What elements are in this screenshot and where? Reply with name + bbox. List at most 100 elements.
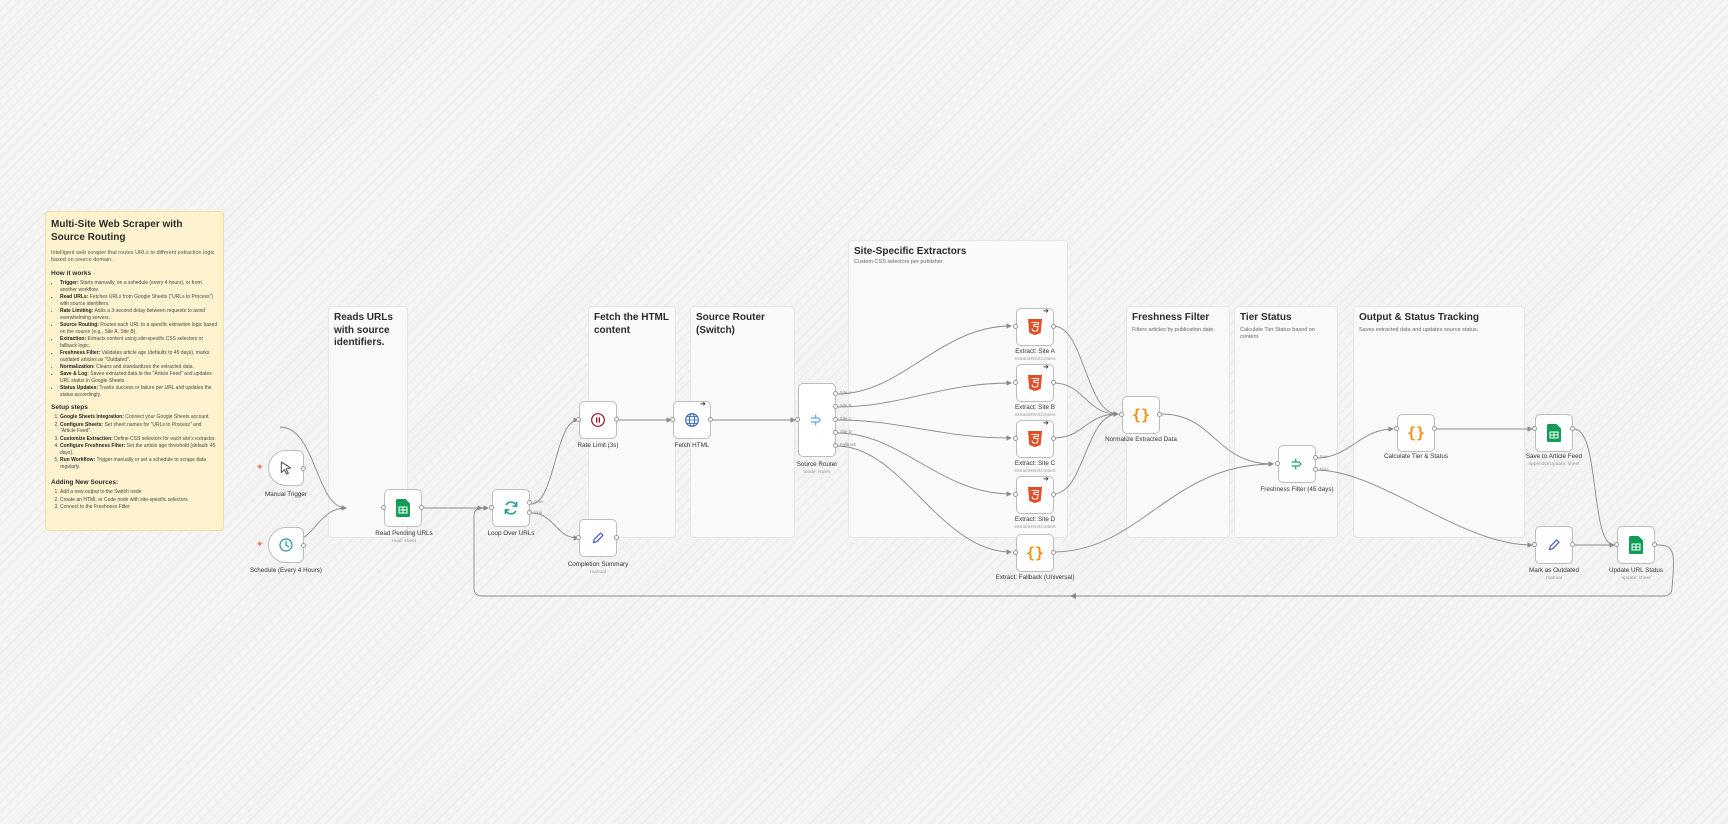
loop-icon bbox=[502, 499, 520, 517]
node-mark-outdated[interactable] bbox=[1535, 526, 1573, 564]
connections-layer bbox=[279, 323, 1674, 599]
port-fresh-false[interactable] bbox=[1313, 467, 1318, 472]
sub-extract-site-c: extractHtmlContent bbox=[1014, 469, 1056, 474]
google-sheets-icon bbox=[1629, 536, 1643, 554]
port-fetch-out[interactable] bbox=[708, 417, 713, 422]
port-outdated-out[interactable] bbox=[1570, 542, 1575, 547]
node-rate-limit[interactable] bbox=[579, 401, 617, 439]
port-tier-in[interactable] bbox=[1394, 426, 1399, 431]
node-calculate-tier[interactable]: {} bbox=[1397, 414, 1435, 452]
edge-router-f bbox=[836, 445, 1012, 555]
port-exD-in[interactable] bbox=[1013, 492, 1018, 497]
port-router-site-b[interactable] bbox=[833, 404, 838, 409]
node-loop-over-urls[interactable] bbox=[492, 489, 530, 527]
port-manual-out[interactable] bbox=[301, 466, 306, 471]
port-router-site-c[interactable] bbox=[833, 417, 838, 422]
port-router-in[interactable] bbox=[795, 417, 800, 422]
pause-icon bbox=[590, 412, 606, 428]
loop-back-arrowhead bbox=[1070, 593, 1076, 599]
label-extract-site-b: Extract: Site B bbox=[1015, 404, 1055, 411]
node-manual-trigger[interactable] bbox=[268, 450, 304, 486]
code-braces-icon: {} bbox=[1131, 406, 1151, 424]
extract-a-arrow-icon: ➔ bbox=[1043, 308, 1049, 315]
html5-icon bbox=[1028, 375, 1042, 391]
port-label-site-b: Site B bbox=[840, 403, 852, 408]
port-exA-out[interactable] bbox=[1051, 324, 1056, 329]
port-exB-in[interactable] bbox=[1013, 380, 1018, 385]
extract-b-arrow-icon: ➔ bbox=[1043, 364, 1049, 371]
port-fetch-in[interactable] bbox=[670, 417, 675, 422]
port-summary-out[interactable] bbox=[614, 535, 619, 540]
label-extract-site-a: Extract: Site A bbox=[1015, 348, 1055, 355]
sub-update-url-status: update: sheet bbox=[1621, 576, 1651, 581]
edge-router-c bbox=[836, 419, 1012, 441]
port-exA-in[interactable] bbox=[1013, 324, 1018, 329]
label-source-router: Source Router bbox=[796, 461, 838, 468]
switch-icon bbox=[809, 412, 825, 428]
port-label-done: done bbox=[534, 499, 544, 504]
port-exD-out[interactable] bbox=[1051, 492, 1056, 497]
html5-icon bbox=[1028, 431, 1042, 447]
label-extract-site-c: Extract: Site C bbox=[1014, 460, 1056, 467]
label-loop-over-urls: Loop Over URLs bbox=[487, 530, 535, 537]
label-fetch-html: Fetch HTML bbox=[674, 442, 710, 449]
port-exC-in[interactable] bbox=[1013, 436, 1018, 441]
extract-d-arrow-icon: ➔ bbox=[1043, 476, 1049, 483]
port-read-in[interactable] bbox=[381, 505, 386, 510]
label-mark-outdated: Mark as Outdated bbox=[1528, 567, 1580, 574]
sub-mark-outdated: manual bbox=[1546, 576, 1562, 581]
node-extract-fallback[interactable]: {} bbox=[1016, 534, 1054, 572]
code-braces-icon: {} bbox=[1406, 424, 1426, 442]
port-exF-out[interactable] bbox=[1051, 550, 1056, 555]
schedule-bolt-icon: ✦ bbox=[256, 539, 264, 549]
port-router-site-a[interactable] bbox=[833, 391, 838, 396]
clock-icon bbox=[278, 537, 294, 553]
port-label-site-d: Site D bbox=[840, 429, 852, 434]
port-label-fallback: Fallback bbox=[840, 442, 857, 447]
port-save-out[interactable] bbox=[1570, 426, 1575, 431]
port-loop-in[interactable] bbox=[489, 505, 494, 510]
edge-save-update bbox=[1573, 428, 1615, 548]
node-source-router[interactable] bbox=[798, 383, 836, 457]
port-update-out[interactable] bbox=[1652, 542, 1657, 547]
port-label-loop: loop bbox=[534, 510, 543, 515]
node-schedule-trigger[interactable] bbox=[268, 527, 304, 563]
port-rate-out[interactable] bbox=[614, 417, 619, 422]
port-router-fallback[interactable] bbox=[833, 443, 838, 448]
port-fresh-true[interactable] bbox=[1313, 455, 1318, 460]
port-label-false: false bbox=[1320, 467, 1330, 472]
node-freshness-filter[interactable] bbox=[1278, 445, 1316, 483]
port-tier-out[interactable] bbox=[1432, 426, 1437, 431]
port-loop-loop[interactable] bbox=[527, 510, 532, 515]
port-update-in[interactable] bbox=[1614, 542, 1619, 547]
port-exC-out[interactable] bbox=[1051, 436, 1056, 441]
label-rate-limit: Rate Limit (3s) bbox=[577, 442, 619, 449]
node-normalize[interactable]: {} bbox=[1122, 396, 1160, 434]
port-normalize-out[interactable] bbox=[1157, 412, 1162, 417]
pencil-icon bbox=[590, 530, 606, 546]
sub-save-article-feed: appendOrUpdate: sheet bbox=[1528, 462, 1580, 467]
port-read-out[interactable] bbox=[419, 505, 424, 510]
cursor-icon bbox=[278, 460, 294, 476]
port-save-in[interactable] bbox=[1532, 426, 1537, 431]
node-update-url-status[interactable] bbox=[1617, 526, 1655, 564]
port-loop-done[interactable] bbox=[527, 500, 532, 505]
port-summary-in[interactable] bbox=[576, 535, 581, 540]
node-completion-summary[interactable] bbox=[579, 519, 617, 557]
port-outdated-in[interactable] bbox=[1532, 542, 1537, 547]
node-read-pending-urls[interactable] bbox=[384, 489, 422, 527]
port-rate-in[interactable] bbox=[576, 417, 581, 422]
port-schedule-out[interactable] bbox=[301, 543, 306, 548]
port-fresh-in[interactable] bbox=[1275, 461, 1280, 466]
port-exF-in[interactable] bbox=[1013, 550, 1018, 555]
node-save-article-feed[interactable] bbox=[1535, 414, 1573, 452]
port-normalize-in[interactable] bbox=[1119, 412, 1124, 417]
sub-extract-site-b: extractHtmlContent bbox=[1014, 413, 1056, 418]
port-label-site-a: Site A bbox=[840, 390, 852, 395]
edge-router-d bbox=[836, 432, 1012, 497]
port-router-site-d[interactable] bbox=[833, 430, 838, 435]
trigger-bolt-icon: ✦ bbox=[256, 462, 264, 472]
port-exB-out[interactable] bbox=[1051, 380, 1056, 385]
edge-a-normalize bbox=[1052, 325, 1119, 417]
fetch-arrow-icon: ➔ bbox=[700, 401, 706, 408]
